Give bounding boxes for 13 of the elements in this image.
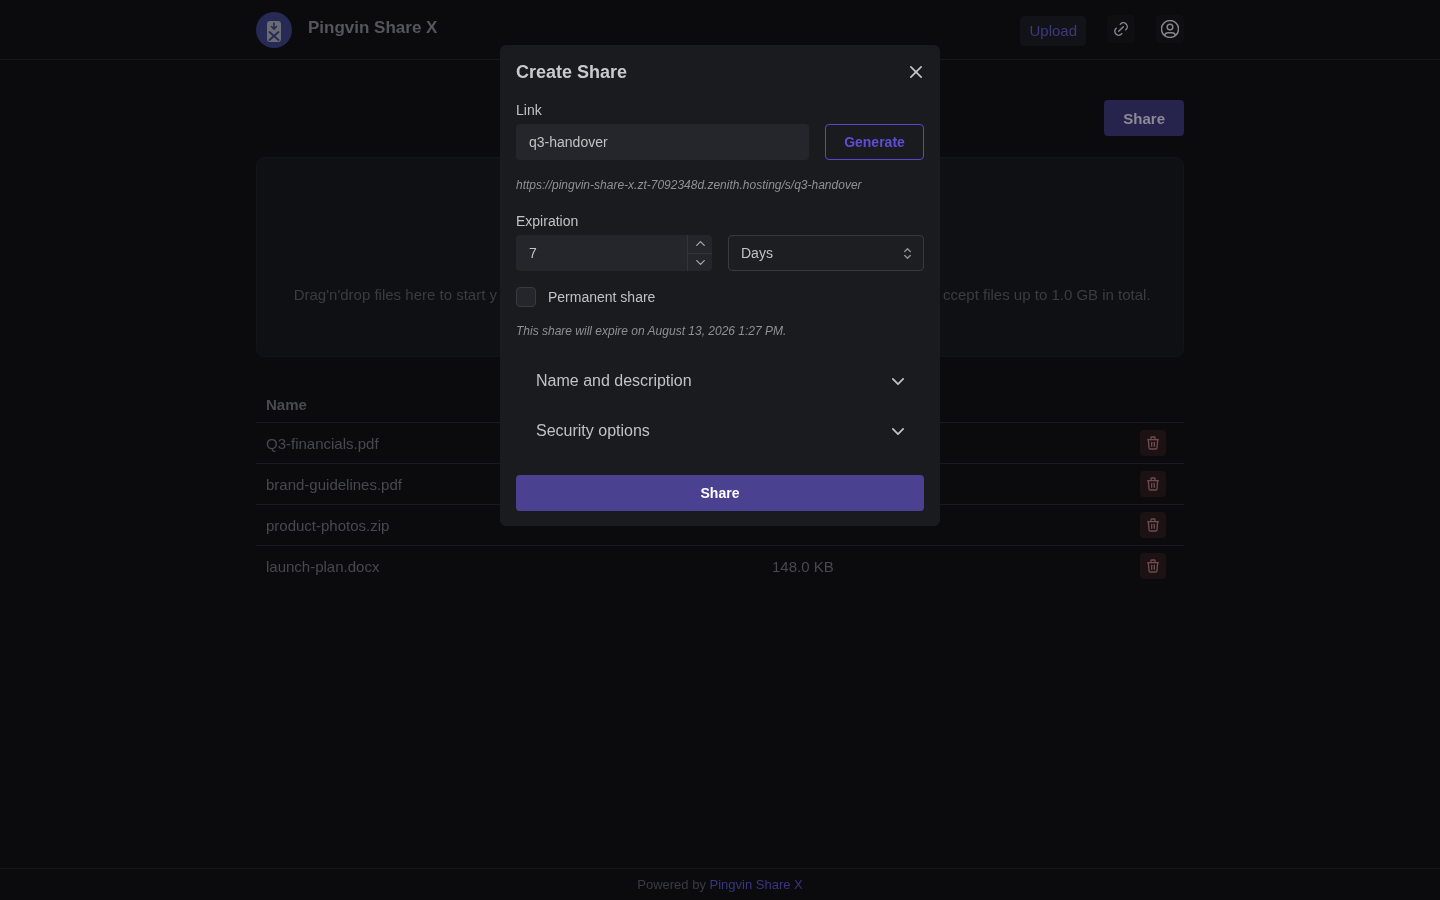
- field-label: Link: [516, 101, 542, 119]
- app-title: Pingvin Share X: [308, 17, 438, 38]
- field-label: Expiration: [516, 212, 579, 230]
- expiry-note: This share will expire on August 13, 2026 1:27 PM.: [516, 324, 787, 338]
- share-url: https://pingvin-share-x.zt-7092348d.zenith.hosting/s/q3-handover: [516, 178, 862, 192]
- file-name-cell: product-photos.zip: [266, 516, 390, 534]
- column-header: Name: [266, 396, 307, 413]
- file-size-cell: 148.0 KB: [772, 557, 834, 575]
- checkbox-label: Permanent share: [548, 289, 656, 305]
- dialog-title: Create Share: [516, 61, 628, 83]
- file-name-cell: Q3-financials.pdf: [266, 434, 379, 452]
- file-name-cell: launch-plan.docx: [266, 557, 380, 575]
- file-name-cell: brand-guidelines.pdf: [266, 475, 402, 493]
